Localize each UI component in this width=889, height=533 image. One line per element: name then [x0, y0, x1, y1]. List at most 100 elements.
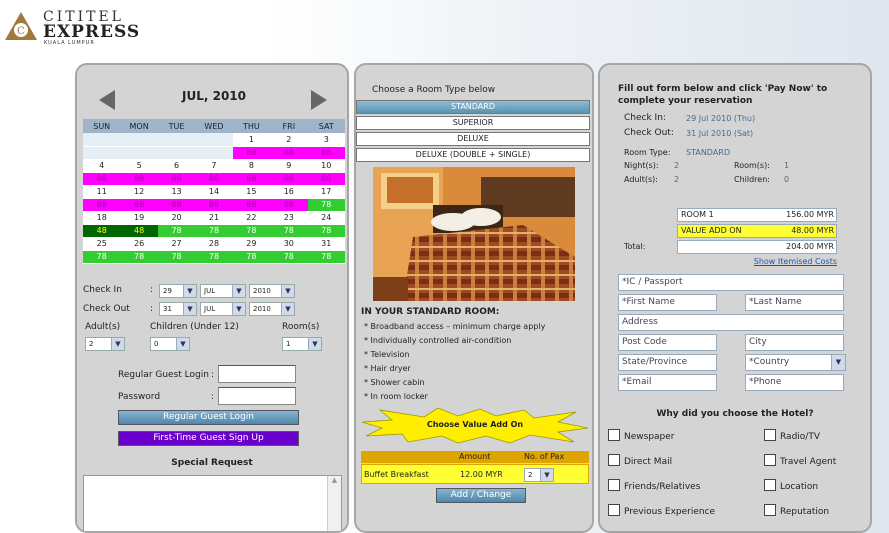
calendar-date[interactable]: 6 — [157, 159, 196, 173]
calendar-date[interactable]: 9 — [270, 159, 308, 173]
textarea-scrollbar[interactable]: ▲ — [327, 476, 341, 531]
calendar-rate[interactable]: 78 — [270, 250, 308, 264]
special-request-textarea[interactable]: ▲ — [83, 475, 342, 531]
calendar-date[interactable]: 20 — [157, 211, 196, 225]
calendar-date[interactable]: 22 — [232, 211, 271, 225]
calendar-date[interactable]: 28 — [195, 237, 233, 251]
first-name-field[interactable]: *First Name — [618, 294, 717, 311]
calendar-date[interactable]: 5 — [120, 159, 158, 173]
calendar-date[interactable]: 23 — [270, 211, 308, 225]
calendar-rate[interactable]: 88 — [195, 198, 233, 212]
rooms-select[interactable]: 1 ▼ — [282, 337, 322, 351]
calendar-rate[interactable]: 78 — [120, 250, 158, 264]
last-name-field[interactable]: *Last Name — [745, 294, 844, 311]
checkin-year-select[interactable]: 2010 ▼ — [249, 284, 295, 298]
country-select[interactable]: *Country ▼ — [745, 354, 846, 371]
calendar-rate[interactable]: 78 — [157, 250, 196, 264]
calendar-rate[interactable]: 78 — [232, 250, 271, 264]
radio-tv-checkbox[interactable] — [764, 429, 776, 441]
calendar-rate[interactable]: 78 — [307, 250, 345, 264]
calendar-date[interactable]: 13 — [157, 185, 196, 199]
calendar-date[interactable]: 19 — [120, 211, 158, 225]
calendar-rate[interactable]: 88 — [195, 172, 233, 186]
room-type-deluxe[interactable]: DELUXE — [356, 132, 590, 146]
calendar-rate[interactable]: 48 — [120, 224, 158, 238]
password-input[interactable] — [218, 387, 296, 405]
calendar-date[interactable]: 8 — [232, 159, 271, 173]
calendar-rate[interactable]: 78 — [232, 224, 271, 238]
calendar-rate[interactable]: 78 — [307, 198, 345, 212]
calendar-rate[interactable]: 88 — [307, 172, 345, 186]
signup-button[interactable]: First-Time Guest Sign Up — [118, 431, 299, 446]
calendar-rate[interactable]: 78 — [195, 250, 233, 264]
calendar-rate[interactable]: 88 — [307, 146, 345, 160]
checkin-day-select[interactable]: 29 ▼ — [159, 284, 197, 298]
calendar-date[interactable]: 15 — [232, 185, 271, 199]
value-add-burst-label[interactable]: Choose Value Add On — [362, 420, 588, 429]
calendar-rate[interactable]: 88 — [232, 146, 271, 160]
calendar-date[interactable]: 1 — [232, 133, 271, 147]
calendar-date[interactable]: 29 — [232, 237, 271, 251]
checkout-month-select[interactable]: JUL ▼ — [200, 302, 246, 316]
itemised-costs-link[interactable]: Show Itemised Costs — [677, 257, 837, 266]
adults-select[interactable]: 2 ▼ — [85, 337, 125, 351]
newspaper-checkbox[interactable] — [608, 429, 620, 441]
calendar-rate[interactable]: 88 — [270, 198, 308, 212]
calendar-rate[interactable]: 88 — [270, 146, 308, 160]
calendar-rate[interactable]: 88 — [157, 172, 196, 186]
calendar-rate[interactable]: 78 — [195, 224, 233, 238]
calendar-date[interactable]: 25 — [83, 237, 121, 251]
calendar-rate[interactable]: 88 — [120, 198, 158, 212]
calendar-date[interactable]: 4 — [83, 159, 121, 173]
calendar-rate[interactable]: 88 — [83, 198, 121, 212]
calendar-date[interactable]: 16 — [270, 185, 308, 199]
calendar-date[interactable]: 26 — [120, 237, 158, 251]
email-field[interactable]: *Email — [618, 374, 717, 391]
calendar-rate[interactable]: 78 — [270, 224, 308, 238]
calendar-date[interactable]: 10 — [307, 159, 345, 173]
addon-pax-select[interactable]: 2 ▼ — [524, 468, 554, 482]
checkin-month-select[interactable]: JUL ▼ — [200, 284, 246, 298]
calendar-date[interactable]: 21 — [195, 211, 233, 225]
calendar-date[interactable]: 2 — [270, 133, 308, 147]
calendar-date[interactable]: 7 — [195, 159, 233, 173]
calendar-date[interactable]: 30 — [270, 237, 308, 251]
postcode-field[interactable]: Post Code — [618, 334, 717, 351]
login-input[interactable] — [218, 365, 296, 383]
calendar-date[interactable]: 12 — [120, 185, 158, 199]
calendar-rate[interactable]: 88 — [120, 172, 158, 186]
calendar-date[interactable]: 14 — [195, 185, 233, 199]
room-type-deluxe-double-single[interactable]: DELUXE (DOUBLE + SINGLE) — [356, 148, 590, 162]
login-button[interactable]: Regular Guest Login — [118, 410, 299, 425]
previous-experience-checkbox[interactable] — [608, 504, 620, 516]
city-field[interactable]: City — [745, 334, 844, 351]
direct-mail-checkbox[interactable] — [608, 454, 620, 466]
children-select[interactable]: 0 ▼ — [150, 337, 190, 351]
calendar-rate[interactable]: 48 — [83, 224, 121, 238]
next-month-icon[interactable] — [309, 89, 329, 111]
reputation-checkbox[interactable] — [764, 504, 776, 516]
calendar-rate[interactable]: 88 — [232, 198, 271, 212]
friends-checkbox[interactable] — [608, 479, 620, 491]
calendar-date[interactable]: 18 — [83, 211, 121, 225]
calendar-rate[interactable]: 78 — [157, 224, 196, 238]
checkout-year-select[interactable]: 2010 ▼ — [249, 302, 295, 316]
checkout-day-select[interactable]: 31 ▼ — [159, 302, 197, 316]
calendar-date[interactable]: 31 — [307, 237, 345, 251]
scroll-up-icon[interactable]: ▲ — [328, 476, 341, 484]
travel-agent-checkbox[interactable] — [764, 454, 776, 466]
calendar-rate[interactable]: 78 — [83, 250, 121, 264]
ic-passport-field[interactable]: *IC / Passport — [618, 274, 844, 291]
calendar-rate[interactable]: 88 — [270, 172, 308, 186]
add-change-button[interactable]: Add / Change — [436, 488, 526, 503]
address-field[interactable]: Address — [618, 314, 844, 331]
calendar-rate[interactable]: 88 — [157, 198, 196, 212]
calendar-date[interactable]: 3 — [307, 133, 345, 147]
state-field[interactable]: State/Province — [618, 354, 717, 371]
room-type-standard[interactable]: STANDARD — [356, 100, 590, 114]
calendar-date[interactable]: 24 — [307, 211, 345, 225]
calendar-date[interactable]: 17 — [307, 185, 345, 199]
calendar-rate[interactable]: 88 — [83, 172, 121, 186]
hotel-logo[interactable]: C CITITEL EXPRESS KUALA LUMPUR — [0, 0, 150, 50]
calendar-date[interactable]: 27 — [157, 237, 196, 251]
